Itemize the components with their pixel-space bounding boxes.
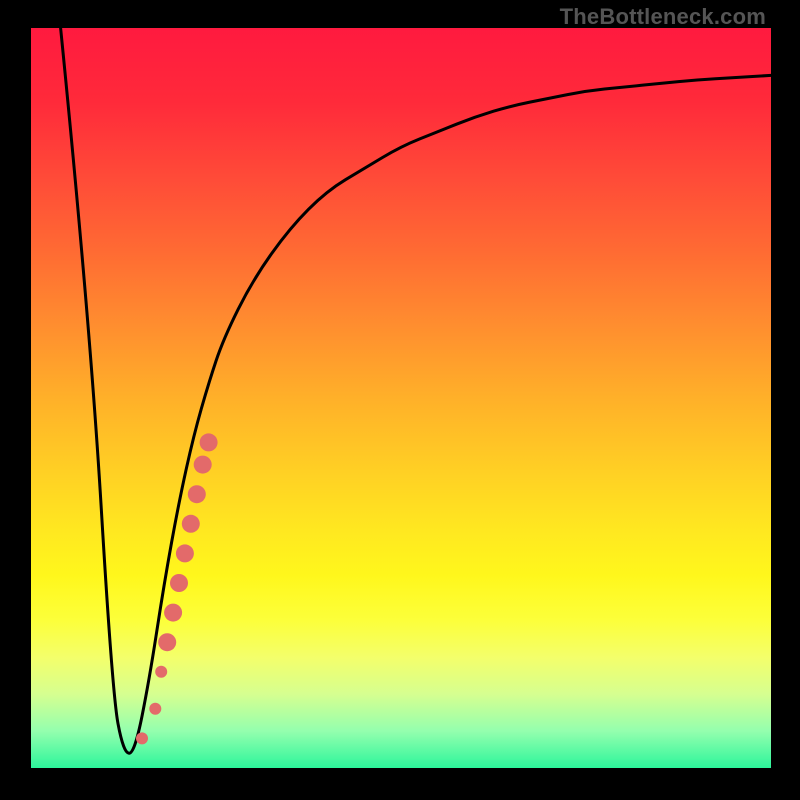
chart-frame: TheBottleneck.com	[0, 0, 800, 800]
data-marker	[182, 515, 200, 533]
data-marker	[176, 544, 194, 562]
data-marker	[158, 633, 176, 651]
data-marker	[164, 604, 182, 622]
data-marker	[136, 732, 148, 744]
data-marker	[155, 666, 167, 678]
data-markers	[136, 433, 218, 744]
bottleneck-curve-svg	[31, 28, 771, 768]
data-marker	[194, 456, 212, 474]
data-marker	[188, 485, 206, 503]
data-marker	[170, 574, 188, 592]
plot-area	[31, 28, 771, 768]
data-marker	[149, 703, 161, 715]
attribution-watermark: TheBottleneck.com	[560, 4, 766, 30]
data-marker	[200, 433, 218, 451]
